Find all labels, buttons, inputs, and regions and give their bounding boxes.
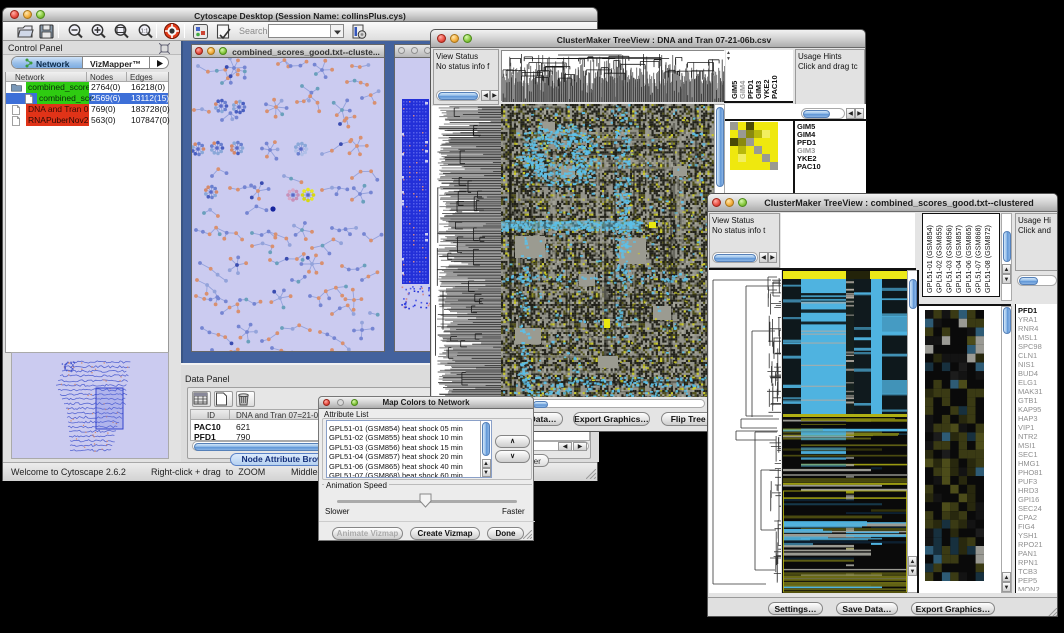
svg-text:GPL51-01 (GSM854): GPL51-01 (GSM854) <box>925 225 934 293</box>
svg-text:GPL51-07 (GSM868): GPL51-07 (GSM868) <box>974 225 983 293</box>
svg-text:GPL51-04 (GSM857): GPL51-04 (GSM857) <box>954 225 963 293</box>
svg-text:PAC10: PAC10 <box>770 75 779 99</box>
svg-text:GPL51-06 (GSM865): GPL51-06 (GSM865) <box>964 225 973 293</box>
svg-text:1:1: 1:1 <box>141 29 149 35</box>
svg-text:GPL51-08 (GSM872): GPL51-08 (GSM872) <box>983 225 992 293</box>
svg-text:GPL51-02 (GSM855): GPL51-02 (GSM855) <box>935 225 944 293</box>
svg-text:GPL51-03 (GSM856): GPL51-03 (GSM856) <box>944 225 953 293</box>
